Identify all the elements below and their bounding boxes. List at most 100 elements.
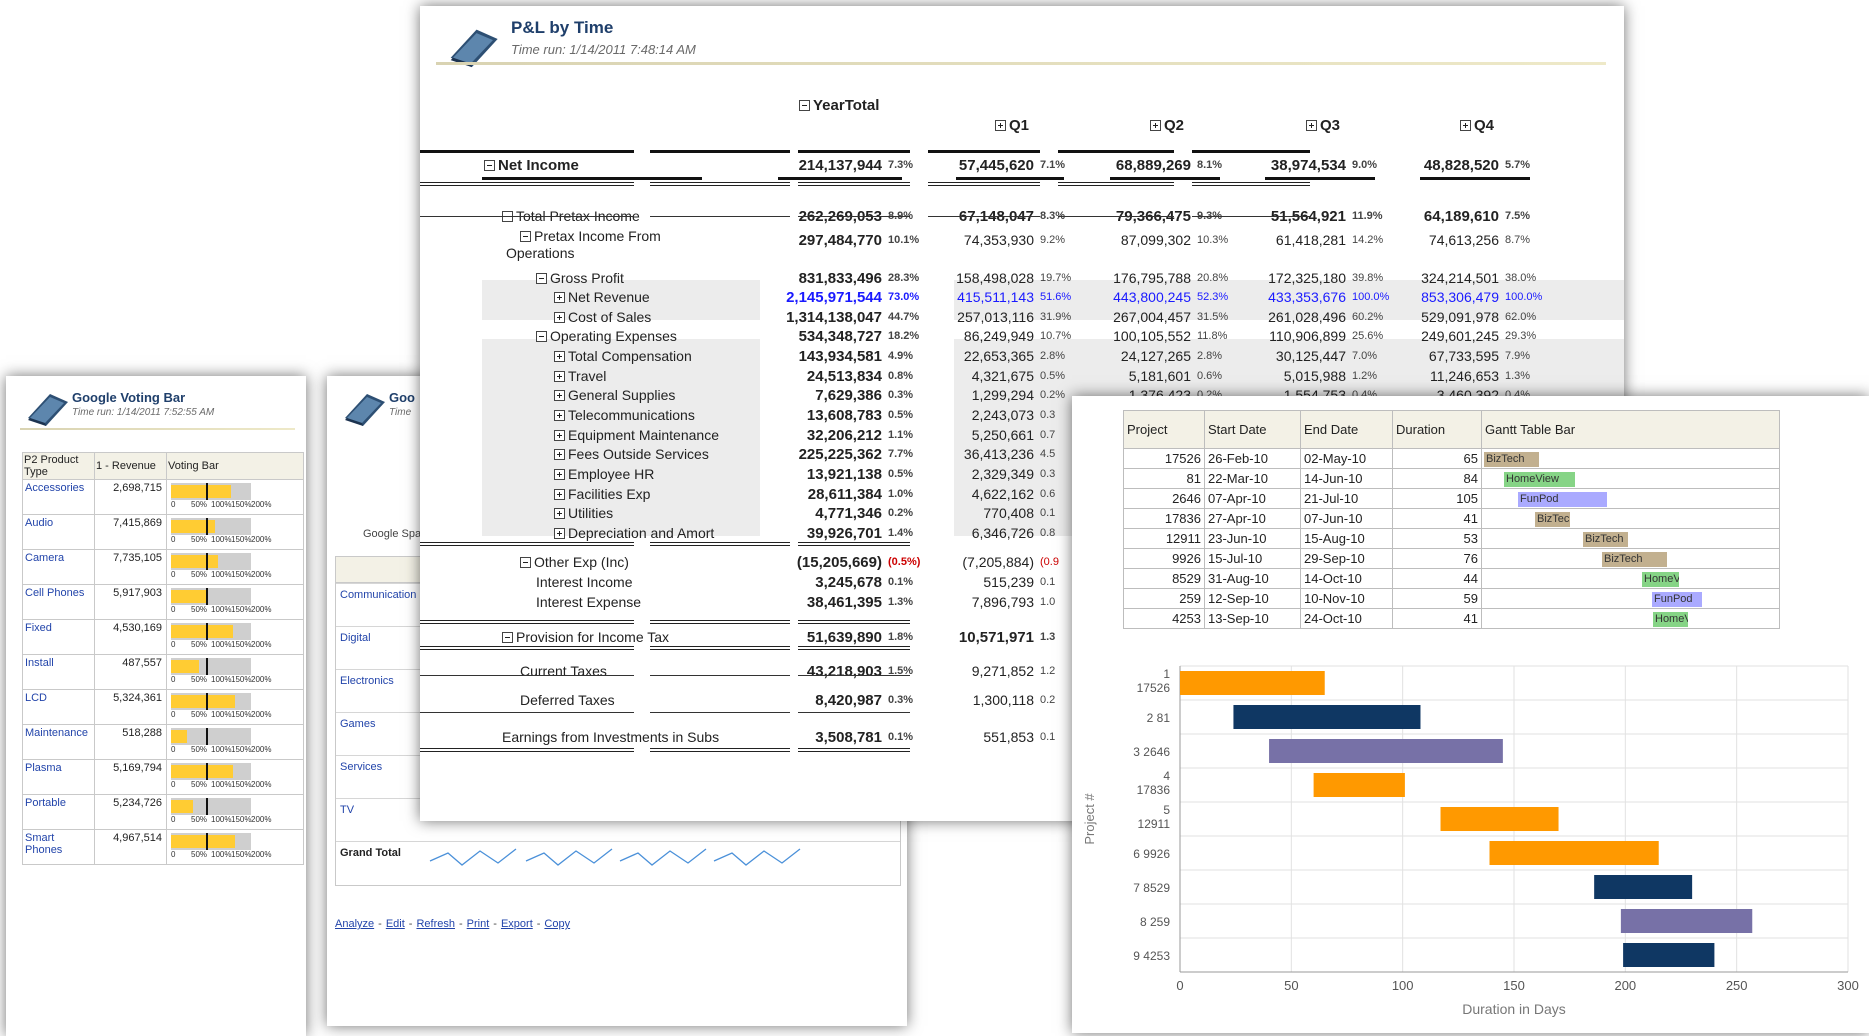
col-voting-bar[interactable]: Voting Bar (166, 452, 304, 480)
pl-cell-percent: 1.3% (1505, 370, 1531, 382)
expand-icon[interactable] (554, 371, 565, 382)
expand-icon[interactable] (1150, 120, 1161, 131)
pl-row-label[interactable]: Facilities Exp (554, 486, 650, 503)
pl-row-label[interactable]: Net Income (484, 157, 579, 174)
link-copy[interactable]: Copy (544, 918, 570, 930)
pl-row-label[interactable]: Net Revenue (554, 289, 650, 306)
gantt-bar[interactable] (1269, 739, 1503, 763)
product-type-link[interactable]: Cell Phones (22, 584, 95, 620)
col-start-date[interactable]: Start Date (1204, 410, 1301, 449)
pl-row-label[interactable]: General Supplies (554, 387, 675, 404)
expand-icon[interactable] (554, 351, 565, 362)
pl-row-label[interactable]: Cost of Sales (554, 309, 651, 326)
expand-icon[interactable] (554, 390, 565, 401)
expand-icon[interactable] (554, 430, 565, 441)
pl-row-label[interactable]: Telecommunications (554, 407, 695, 424)
collapse-icon[interactable] (799, 100, 810, 111)
pl-row-label[interactable]: Earnings from Investments in Subs (502, 729, 719, 746)
gantt-bar[interactable] (1180, 671, 1325, 695)
pl-row-label[interactable]: Provision for Income Tax (502, 629, 669, 646)
col-quarter-q2[interactable]: Q2 (1150, 117, 1184, 134)
expand-icon[interactable] (554, 489, 565, 500)
spark-category[interactable]: Grand Total (340, 847, 401, 859)
pl-row-label[interactable]: Total Compensation (554, 348, 692, 365)
spark-category[interactable]: Services (340, 761, 382, 773)
end-date: 24-Oct-10 (1300, 608, 1393, 629)
col-gantt-bar[interactable]: Gantt Table Bar (1481, 410, 1780, 449)
col-end-date[interactable]: End Date (1300, 410, 1393, 449)
pl-row-label[interactable]: Interest Expense (536, 594, 641, 611)
link-refresh[interactable]: Refresh (416, 918, 455, 930)
product-type-link[interactable]: Accessories (22, 479, 95, 515)
spark-row-divider (336, 841, 900, 842)
product-type-link[interactable]: Audio (22, 514, 95, 550)
gantt-bar[interactable] (1489, 841, 1659, 865)
collapse-icon[interactable] (484, 160, 495, 171)
expand-icon[interactable] (1306, 120, 1317, 131)
spark-category[interactable]: TV (340, 804, 354, 816)
gantt-bar[interactable] (1313, 773, 1405, 797)
expand-icon[interactable] (554, 508, 565, 519)
expand-icon[interactable] (554, 410, 565, 421)
collapse-icon[interactable] (520, 231, 531, 242)
expand-icon[interactable] (554, 528, 565, 539)
pl-row-label[interactable]: Operating Expenses (536, 328, 677, 345)
pl-row-label[interactable]: Deferred Taxes (520, 692, 615, 709)
col-revenue[interactable]: 1 - Revenue (94, 452, 167, 480)
pl-row-label[interactable]: Other Exp (Inc) (520, 554, 629, 571)
collapse-icon[interactable] (502, 632, 513, 643)
link-analyze[interactable]: Analyze (335, 918, 374, 930)
product-type-link[interactable]: LCD (22, 689, 95, 725)
pl-row-label[interactable]: Utilities (554, 505, 613, 522)
product-type-link[interactable]: Fixed (22, 619, 95, 655)
expand-icon[interactable] (995, 120, 1006, 131)
pl-row-label[interactable]: Employee HR (554, 466, 654, 483)
expand-icon[interactable] (554, 449, 565, 460)
col-quarter-q3[interactable]: Q3 (1306, 117, 1340, 134)
pl-row-label[interactable]: Pretax Income From Operations (506, 228, 661, 262)
collapse-icon[interactable] (520, 557, 531, 568)
pl-row-label[interactable]: Current Taxes (520, 663, 607, 680)
col-year-total[interactable]: YearTotal (799, 97, 879, 114)
product-type-link[interactable]: Portable (22, 794, 95, 830)
voting-bar-fill (171, 520, 215, 533)
link-export[interactable]: Export (501, 918, 533, 930)
pl-row-label[interactable]: Gross Profit (536, 270, 624, 287)
product-type-link[interactable]: Camera (22, 549, 95, 585)
collapse-icon[interactable] (536, 331, 547, 342)
product-type-link[interactable]: Plasma (22, 759, 95, 795)
spark-category[interactable]: Communication (340, 589, 416, 601)
voting-bar-cell: 0 50% 100% 150% 200% (166, 584, 304, 620)
product-type-link[interactable]: Install (22, 654, 95, 690)
col-duration[interactable]: Duration (1392, 410, 1482, 449)
gantt-bar[interactable] (1623, 943, 1715, 967)
spark-category[interactable]: Digital (340, 632, 371, 644)
collapse-icon[interactable] (536, 273, 547, 284)
product-type-link[interactable]: Maintenance (22, 724, 95, 760)
col-project[interactable]: Project (1123, 410, 1205, 449)
expand-icon[interactable] (1460, 120, 1471, 131)
pl-row-label[interactable]: Equipment Maintenance (554, 427, 719, 444)
link-edit[interactable]: Edit (386, 918, 405, 930)
col-quarter-q4[interactable]: Q4 (1460, 117, 1494, 134)
expand-icon[interactable] (554, 469, 565, 480)
pl-row-label[interactable]: Depreciation and Amort (554, 525, 714, 542)
expand-icon[interactable] (554, 292, 565, 303)
col-product-type[interactable]: P2 Product Type (22, 452, 95, 480)
pl-row-label[interactable]: Fees Outside Services (554, 446, 709, 463)
link-print[interactable]: Print (467, 918, 490, 930)
gantt-bar[interactable] (1620, 909, 1753, 933)
gantt-bar[interactable] (1233, 705, 1421, 729)
spark-category[interactable]: Electronics (340, 675, 394, 687)
pl-row-label[interactable]: Interest Income (536, 574, 633, 591)
spark-category[interactable]: Games (340, 718, 375, 730)
col-quarter-q1[interactable]: Q1 (995, 117, 1029, 134)
gantt-bar[interactable] (1594, 875, 1693, 899)
expand-icon[interactable] (554, 312, 565, 323)
row-label-text: Utilities (568, 505, 614, 521)
pl-row-label[interactable]: Travel (554, 368, 606, 385)
project-id: 81 (1123, 468, 1205, 489)
voting-scale: 0 50% 100% 150% 200% (171, 675, 303, 686)
gantt-bar[interactable] (1440, 807, 1559, 831)
product-type-link[interactable]: Smart Phones (22, 829, 95, 865)
